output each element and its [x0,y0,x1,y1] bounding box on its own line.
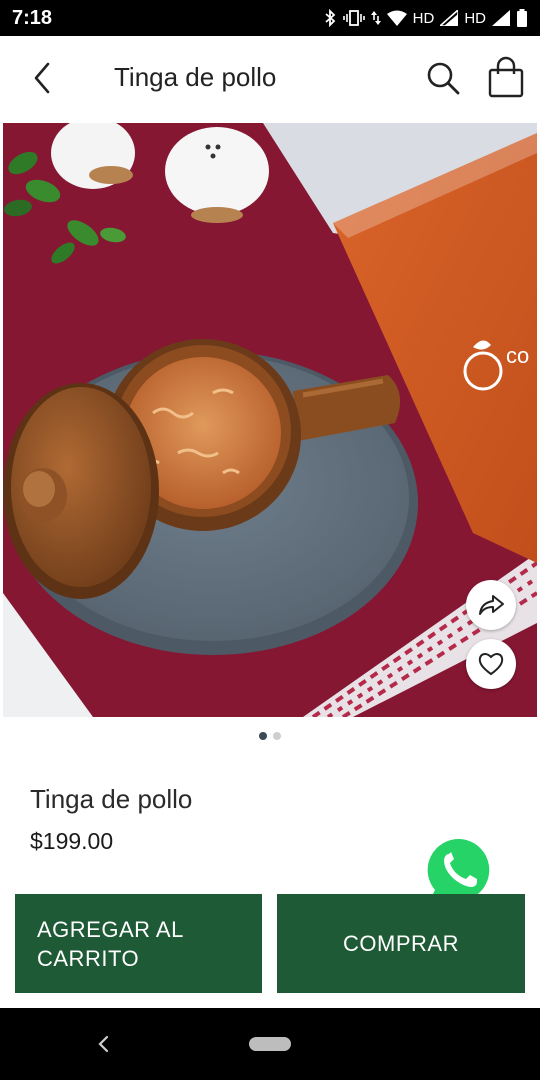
package-logo-text: co [506,343,529,368]
wifi-icon [386,10,407,26]
bluetooth-icon [323,9,337,27]
add-to-cart-button[interactable]: AGREGAR AL CARRITO [15,894,262,993]
buy-button[interactable]: COMPRAR [277,894,525,993]
heart-icon [478,653,504,676]
nav-back-button[interactable] [94,1032,114,1056]
status-bar: 7:18 HD HD [0,0,540,36]
search-button[interactable] [424,58,462,98]
share-button[interactable] [466,580,516,630]
network-label-1: HD [412,9,435,27]
shopping-bag-icon [488,56,524,98]
favorite-button[interactable] [466,639,516,689]
product-price: $199.00 [30,828,114,854]
product-image[interactable]: co [3,123,537,717]
home-pill[interactable] [249,1037,291,1051]
chevron-left-icon [34,62,50,94]
carousel-dot-1[interactable] [259,732,267,740]
carousel-indicator [0,732,540,740]
signal-icon [440,10,459,26]
cart-button[interactable] [486,56,526,100]
battery-icon [516,9,528,27]
data-arrows-icon [370,10,381,26]
status-time: 7:18 [12,6,53,29]
product-name: Tinga de pollo [30,784,193,814]
signal-icon-2 [492,10,510,26]
product-photo: co [3,123,537,717]
navigation-bar [0,1008,540,1080]
network-label-2: HD [464,9,486,27]
search-icon [427,62,460,95]
vibrate-icon [342,10,365,26]
share-icon [479,595,504,615]
page-title: Tinga de pollo [114,62,277,92]
app-bar: Tinga de pollo [0,36,540,120]
carousel-dot-2[interactable] [273,732,281,740]
status-icons: HD HD [323,9,528,27]
chevron-left-icon [98,1035,109,1053]
back-button[interactable] [26,58,60,98]
